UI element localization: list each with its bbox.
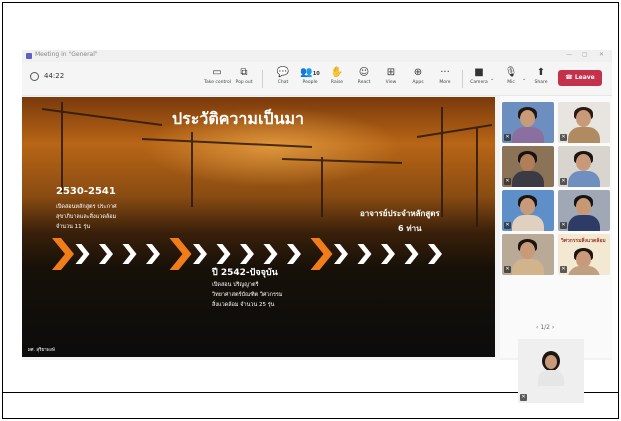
teachers-count: 6 ท่าน xyxy=(398,224,422,233)
camera-chevron-down-icon[interactable]: ⌄ xyxy=(490,76,494,82)
toolbar-separator xyxy=(262,70,263,88)
raise-hand-button[interactable]: ✋ Raise xyxy=(324,66,350,92)
pop-out-icon: ⧉ xyxy=(240,67,248,78)
period2-years: ปี 2542-ปัจจุบัน xyxy=(212,268,278,278)
timeline-chevron xyxy=(216,244,231,264)
period1-years: 2530-2541 xyxy=(56,186,116,197)
tile-overlay-text: วิศวกรรมสิ่งแวดล้อม xyxy=(561,238,606,244)
participant-tile[interactable]: ✕ xyxy=(558,102,610,143)
teams-logo-icon xyxy=(26,53,32,59)
share-icon: ⬆ xyxy=(536,67,546,78)
ellipsis-icon: ··· xyxy=(440,67,450,78)
timeline-chevron xyxy=(99,244,113,264)
period2-line: เปิดสอน ปริญญาตรี xyxy=(212,282,259,288)
mic-off-icon: ✕ xyxy=(504,222,511,229)
maximize-icon[interactable]: ▢ xyxy=(582,51,588,58)
camera-icon: ■ xyxy=(474,67,484,78)
gallery-pager: ‹ 1/2 › xyxy=(536,324,555,331)
participant-tile[interactable]: ✕ xyxy=(502,146,554,187)
chat-button[interactable]: 💬 Chat xyxy=(270,66,296,92)
take-control-button[interactable]: ▭ Take control xyxy=(204,66,231,92)
title-bar: Meeting in "General" — ▢ ✕ xyxy=(22,50,612,62)
teams-meeting-window: Meeting in "General" — ▢ ✕ 44:22 ▭ Take … xyxy=(22,50,612,403)
participant-tile[interactable]: ✕ xyxy=(558,190,610,231)
plus-box-icon: ⊕ xyxy=(413,67,423,78)
teachers-label: อาจารย์ประจำหลักสูตร xyxy=(360,209,440,218)
hand-icon: ✋ xyxy=(330,67,344,78)
pop-out-button[interactable]: ⧉ Pop out xyxy=(231,66,257,92)
timeline-chevron xyxy=(287,244,301,264)
mic-off-icon: ✕ xyxy=(560,178,567,185)
timeline-marker-chevron xyxy=(169,238,192,270)
mic-off-icon: ✕ xyxy=(504,266,511,273)
toolbar-separator xyxy=(462,70,463,88)
period2-line: สิ่งแวดล้อม จำนวน 25 รุ่น xyxy=(212,302,275,308)
timeline-chevron xyxy=(357,244,372,264)
timeline-chevron xyxy=(428,244,442,264)
slide-title: ประวัติความเป็นมา xyxy=(172,109,305,128)
timeline-chevron xyxy=(146,244,160,264)
shared-slide: ประวัติความเป็นมา 2530-2541 เปิดสอนหลักส… xyxy=(22,97,495,357)
participant-tile[interactable]: ✕ xyxy=(502,234,554,275)
smiley-icon: ☺ xyxy=(358,67,370,78)
timeline-chevron xyxy=(404,244,419,264)
close-icon[interactable]: ✕ xyxy=(599,51,604,58)
timeline-chevron xyxy=(122,244,137,264)
timeline-chevron xyxy=(334,244,348,264)
window-title: Meeting in "General" xyxy=(35,51,98,58)
timeline-marker-chevron xyxy=(52,238,74,270)
participant-tile[interactable]: ✕ xyxy=(502,190,554,231)
meeting-toolbar: 44:22 ▭ Take control ⧉ Pop out 💬 Chat 👥1… xyxy=(22,62,612,96)
react-button[interactable]: ☺ React xyxy=(351,66,377,92)
self-view-tile[interactable]: ✕ xyxy=(518,339,584,403)
more-button[interactable]: ··· More xyxy=(432,66,458,92)
screen-share-icon: ▭ xyxy=(212,67,222,78)
participant-gallery: ✕ ✕ ✕ ✕ ✕ ✕ ✕ วิศวกรรมสิ่งแวดล้อม ✕ ‹ 1/… xyxy=(500,96,612,403)
share-button[interactable]: ⬆ Share xyxy=(528,66,554,92)
participant-tile[interactable]: วิศวกรรมสิ่งแวดล้อม ✕ xyxy=(558,234,610,275)
camera-button[interactable]: ■ Camera xyxy=(466,66,492,92)
mic-chevron-down-icon[interactable]: ⌄ xyxy=(522,76,526,82)
mic-button[interactable]: 🎙 Mic xyxy=(498,66,524,92)
timeline-chevron xyxy=(381,244,395,264)
timeline-chevron xyxy=(193,244,207,264)
timeline-chevron xyxy=(263,244,278,264)
grid-icon: ⊞ xyxy=(386,67,396,78)
participant-tile[interactable]: ✕ xyxy=(502,102,554,143)
period1-line: จำนวน 11 รุ่น xyxy=(56,224,91,230)
mic-off-icon: ✕ xyxy=(520,394,527,401)
chevron-left-icon[interactable]: ‹ xyxy=(536,324,538,331)
period1-line: เปิดสอนหลักสูตร ประกาศ xyxy=(56,204,117,210)
mic-off-icon: ✕ xyxy=(504,178,511,185)
slide-footer: ผศ. สุริยาพงษ์ xyxy=(28,348,55,353)
timeline-marker-chevron xyxy=(310,238,333,270)
shield-clock-icon xyxy=(30,72,39,81)
people-icon: 👥10 xyxy=(300,67,320,78)
period2-line: วิทยาศาสตร์บัณฑิต วิศวกรรม xyxy=(212,292,283,298)
period1-line: สุขาภิบาลและสิ่งแวดล้อม xyxy=(56,214,117,220)
view-button[interactable]: ⊞ View xyxy=(378,66,404,92)
mic-off-icon: ✕ xyxy=(560,266,567,273)
people-button[interactable]: 👥10 People xyxy=(297,66,323,92)
participant-tile[interactable]: ✕ xyxy=(558,146,610,187)
minimize-icon[interactable]: — xyxy=(566,51,572,58)
timeline-chevron xyxy=(75,244,90,264)
mic-off-icon: ✕ xyxy=(560,222,567,229)
chevron-right-icon[interactable]: › xyxy=(552,324,554,331)
apps-button[interactable]: ⊕ Apps xyxy=(405,66,431,92)
mic-off-icon: ✕ xyxy=(560,134,567,141)
mic-off-icon: ✕ xyxy=(504,134,511,141)
mic-icon: 🎙 xyxy=(504,67,518,78)
crane-silhouettes xyxy=(41,102,493,227)
people-count: 10 xyxy=(312,71,320,77)
chat-icon: 💬 xyxy=(276,67,290,78)
phone-hangup-icon: ☎ xyxy=(565,74,575,81)
leave-button[interactable]: ☎ Leave xyxy=(558,70,602,86)
timeline-chevron xyxy=(240,244,254,264)
meeting-timer: 44:22 xyxy=(44,72,65,80)
